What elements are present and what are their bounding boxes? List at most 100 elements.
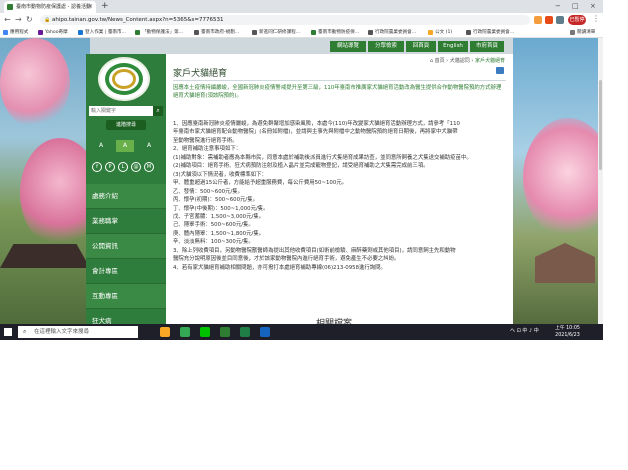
bookmark-item[interactable]: 公文 (1) xyxy=(428,28,452,37)
font-medium-button[interactable]: A xyxy=(116,140,134,152)
sidebar-item-rabies[interactable]: 狂犬病 xyxy=(86,309,166,324)
extension-icon[interactable] xyxy=(545,16,553,24)
taskbar-clock[interactable]: 上午 10:05 2021/6/23 xyxy=(555,325,580,339)
taskbar-search-placeholder: 在這裡輸入文字來搜尋 xyxy=(34,329,90,335)
new-tab-button[interactable]: + xyxy=(101,0,109,12)
line-app-icon[interactable] xyxy=(200,327,210,337)
yahoo-icon xyxy=(38,30,43,35)
background-photo-left xyxy=(0,38,100,324)
nav-category-search[interactable]: 分眾檢索 xyxy=(368,41,404,52)
article-line: 庚、體內隱睪：1,500~1,800元/隻。 xyxy=(173,230,265,237)
logo-area xyxy=(86,54,166,102)
nav-city-portal[interactable]: 市府首頁 xyxy=(470,41,504,52)
profile-button[interactable]: 已暫停 xyxy=(568,15,586,25)
close-window-button[interactable]: × xyxy=(590,0,596,12)
search-input[interactable] xyxy=(89,106,153,116)
plurk-icon[interactable]: P xyxy=(105,162,115,172)
search-icon: ⌕ xyxy=(23,328,27,335)
sidebar-item-accounting[interactable]: 會計專區 xyxy=(86,259,166,284)
article-line: 己、隱睪手術：500~600元/隻。 xyxy=(173,222,254,229)
bookmark-item[interactable]: Yahoo奇摩 xyxy=(38,28,68,37)
bookmarks-bar: 應用程式 Yahoo奇摩 登入作業 | 臺南市... 「動物保護法」第... 臺… xyxy=(0,27,603,38)
sidebar-item-about[interactable]: 處務介紹 xyxy=(86,184,166,209)
url-field[interactable]: 🔒 ahipo.tainan.gov.tw/News_Content.aspx?… xyxy=(40,15,530,25)
bookmark-item[interactable]: 「動物保護法」第... xyxy=(135,28,183,37)
article-line: 丁、懷孕(中後期)：500~1,000元/隻。 xyxy=(173,205,269,212)
scrollbar-thumb[interactable] xyxy=(599,80,602,170)
extension-icon[interactable] xyxy=(534,16,542,24)
sidebar-item-interactive[interactable]: 互動專區 xyxy=(86,284,166,309)
article-line: 1、因應臺南新冠肺炎疫情嚴峻，為避免群聚增加感染風險，本處今(110)年改變家犬… xyxy=(173,121,460,127)
article-line: 4、若有家犬貓絕育補助相關問題，亦可撥打本處絕育補助專線(06)213-0958… xyxy=(173,264,386,271)
breadcrumb-home[interactable]: 首頁 xyxy=(435,58,445,64)
back-icon[interactable]: ← xyxy=(4,14,11,26)
nav-home[interactable]: 回首頁 xyxy=(406,41,436,52)
social-links: f P L @ M xyxy=(92,162,162,174)
site-favicon-icon xyxy=(7,4,13,10)
article-line: 甲、體重超過15公斤者，方能給予超重服務費，每公斤費用50~100元。 xyxy=(173,180,348,187)
chrome-icon[interactable] xyxy=(180,327,190,337)
search-icon[interactable]: ⌕ xyxy=(153,106,163,116)
windows-taskbar: ⌕ 在這裡輸入文字來搜尋 ヘ ⊡ 中 ♪ 中 上午 10:05 2021/6/2… xyxy=(0,324,603,340)
system-tray[interactable]: ヘ ⊡ 中 ♪ 中 xyxy=(510,327,539,334)
nav-english[interactable]: English xyxy=(438,41,468,52)
bookmark-item[interactable]: 臺南市政府-規劃... xyxy=(194,28,239,37)
facebook-icon[interactable]: f xyxy=(92,162,102,172)
bookmark-icon xyxy=(252,30,257,35)
related-files-heading: 相關檔案 xyxy=(316,319,353,324)
line-icon[interactable]: L xyxy=(118,162,128,172)
agency-logo[interactable] xyxy=(98,57,150,101)
reading-list[interactable]: 閱讀清單 xyxy=(570,28,595,37)
bookmark-icon xyxy=(466,30,471,35)
more-menu-icon[interactable]: ⋮ xyxy=(592,14,600,23)
sidebar-item-duties[interactable]: 業務職掌 xyxy=(86,209,166,234)
page-title: 家戶犬貓絕育 xyxy=(173,69,228,79)
bookmark-icon xyxy=(135,30,140,35)
article-line: 戊、子宮蓄膿：1,500~3,000元/隻。 xyxy=(173,213,265,220)
bookmark-item[interactable]: 行政院農業委員會... xyxy=(466,28,514,37)
article-line: 2、絕育補助注意事項如下： xyxy=(173,146,242,153)
reload-icon[interactable]: ↻ xyxy=(26,14,33,26)
folder-icon xyxy=(428,30,433,35)
lock-icon: 🔒 xyxy=(44,17,51,23)
sidebar-item-public-info[interactable]: 公開資訊 xyxy=(86,234,166,259)
bookmark-icon xyxy=(194,30,199,35)
app-icon[interactable] xyxy=(220,327,230,337)
word-icon[interactable] xyxy=(260,327,270,337)
minimize-button[interactable]: − xyxy=(555,0,561,12)
site-search: ⌕ xyxy=(89,106,163,116)
breadcrumb-section[interactable]: 犬貓認同 xyxy=(450,58,470,64)
puzzle-icon[interactable] xyxy=(556,16,564,24)
reading-list-icon xyxy=(570,30,575,35)
font-large-button[interactable]: A xyxy=(140,140,158,152)
browser-tab[interactable]: 臺南市動物防疫保護處 - 認養活動 × xyxy=(4,1,96,13)
font-small-button[interactable]: A xyxy=(92,140,110,152)
advanced-search-button[interactable]: 進階搜尋 xyxy=(106,120,146,130)
bookmark-item[interactable]: 應用程式 xyxy=(3,28,28,37)
forward-icon[interactable]: → xyxy=(15,14,22,26)
bookmark-item[interactable]: 登入作業 | 臺南市... xyxy=(78,28,126,37)
bookmark-item[interactable]: 新進同仁研修課程... xyxy=(252,28,300,37)
windows-start-icon[interactable] xyxy=(4,328,12,336)
mail-icon[interactable]: M xyxy=(144,162,154,172)
tab-close-icon[interactable]: × xyxy=(88,1,93,13)
print-icon[interactable] xyxy=(496,67,504,74)
taskbar-search[interactable]: ⌕ 在這裡輸入文字來搜尋 xyxy=(18,326,138,338)
excel-icon[interactable] xyxy=(240,327,250,337)
article-line: (2)補助項目：絕育手術、狂犬病預防注射及植入晶片並完成寵物登記，請受絕育補助之… xyxy=(173,163,429,170)
screen: 臺南市動物防疫保護處 - 認養活動 × + − □ × ← → ↻ 🔒 ahip… xyxy=(0,0,603,340)
background-photo-right xyxy=(513,38,603,324)
maximize-button[interactable]: □ xyxy=(572,0,579,12)
clock-date: 2021/6/23 xyxy=(555,333,580,338)
bookmark-item[interactable]: 行政院農業委員會... xyxy=(368,28,416,37)
nav-sitemap[interactable]: 網站導覽 xyxy=(330,41,366,52)
article-line: (3)犬貓須以下情況者，收費標準如下： xyxy=(173,171,267,178)
breadcrumb-current[interactable]: 家戶犬貓絕育 xyxy=(475,58,505,64)
article-line: 乙、發情：500~600元/隻。 xyxy=(173,188,244,195)
main-content: ⌂ 首頁 › 犬貓認同 › 家戶犬貓絕育 家戶犬貓絕育 因應本土疫情持續嚴峻，全… xyxy=(166,54,513,324)
file-explorer-icon[interactable] xyxy=(160,327,170,337)
tab-title: 臺南市動物防疫保護處 - 認養活動 xyxy=(16,4,91,10)
bookmark-item[interactable]: 臺南市動物防疫保... xyxy=(311,28,359,37)
share-icon[interactable]: @ xyxy=(131,162,141,172)
browser-tab-bar: 臺南市動物防疫保護處 - 認養活動 × + − □ × xyxy=(0,0,603,13)
